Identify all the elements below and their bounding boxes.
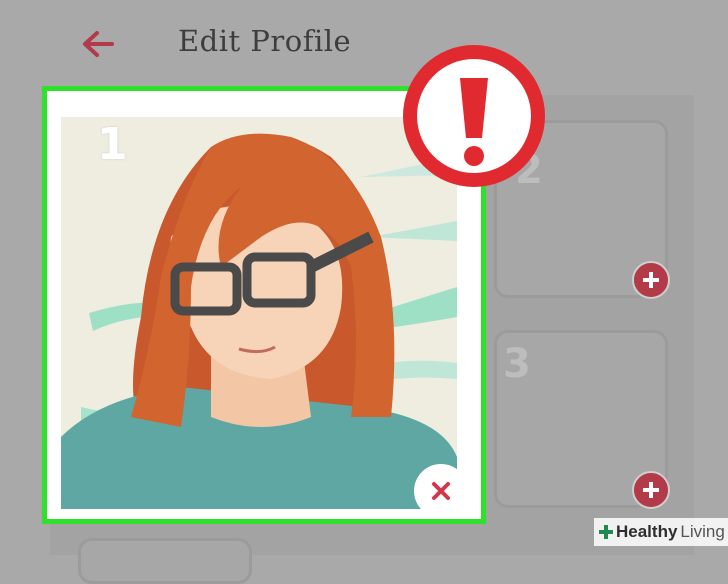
watermark-text-1: Healthy bbox=[616, 522, 678, 541]
plus-icon bbox=[599, 525, 613, 539]
remove-photo-button[interactable] bbox=[414, 464, 468, 518]
back-button[interactable] bbox=[80, 28, 116, 60]
photo-slot-number: 1 bbox=[97, 119, 128, 170]
photo-slot-bottom-left[interactable] bbox=[78, 538, 252, 584]
add-photo-button-3[interactable] bbox=[632, 471, 670, 509]
arrow-left-icon bbox=[83, 31, 114, 57]
profile-illustration bbox=[61, 133, 457, 509]
add-photo-button-2[interactable] bbox=[632, 261, 670, 299]
watermark-text-2: Living bbox=[680, 522, 725, 541]
slot-number: 3 bbox=[503, 341, 531, 387]
app-header: Edit Profile bbox=[0, 0, 728, 90]
watermark-logo: Healthy Living bbox=[594, 518, 728, 546]
profile-photo bbox=[61, 117, 457, 509]
page-title: Edit Profile bbox=[178, 24, 352, 58]
exclamation-icon bbox=[400, 42, 548, 190]
close-icon bbox=[432, 482, 450, 500]
